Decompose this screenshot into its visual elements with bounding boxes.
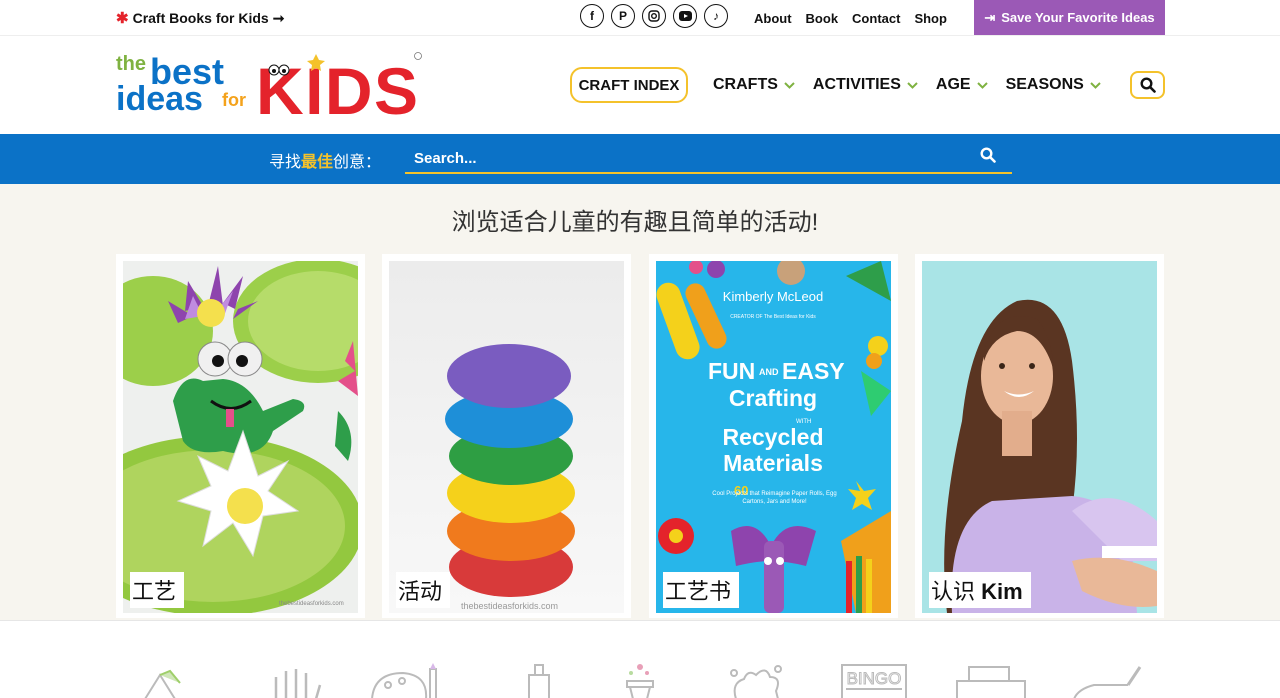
chevron-down-icon xyxy=(976,81,988,89)
book-link[interactable]: Book xyxy=(806,11,839,26)
recycle-icon[interactable] xyxy=(135,663,205,698)
youtube-icon[interactable] xyxy=(673,4,697,28)
book-title-materials: Materials xyxy=(723,450,823,476)
instagram-icon[interactable] xyxy=(642,4,666,28)
nav-activities-label: ACTIVITIES xyxy=(812,76,901,93)
top-bar: ✱ Craft Books for Kids ➞ f P ♪ About Boo… xyxy=(0,0,1280,36)
search-icon[interactable] xyxy=(980,147,996,163)
logo-ideas: ideas xyxy=(116,80,203,118)
asterisk-icon: ✱ xyxy=(116,10,129,27)
about-link[interactable]: About xyxy=(754,11,792,26)
logo-for: for xyxy=(222,90,246,110)
paint-splat-icon[interactable] xyxy=(726,663,786,698)
card-crafts[interactable]: 工艺 thebestideasforkids.com xyxy=(116,254,365,618)
card-kim-label-name: Kim xyxy=(981,579,1023,604)
search-label-post: 创意： xyxy=(333,154,382,171)
bingo-card-icon[interactable]: BINGO xyxy=(840,663,908,698)
logo-the: the xyxy=(116,53,146,75)
site-logo[interactable]: the best ideas for KIDS xyxy=(116,50,426,122)
crafts-image: 工艺 thebestideasforkids.com xyxy=(123,261,358,613)
paint-palette-icon[interactable] xyxy=(368,663,444,698)
book-creator: CREATOR OF The Best Ideas for Kids xyxy=(730,314,816,320)
chevron-down-icon xyxy=(907,81,918,89)
pinterest-icon[interactable]: P xyxy=(611,4,635,28)
main-nav: CRAFTS ACTIVITIES AGE SEASONS xyxy=(713,76,1101,94)
search-field xyxy=(405,144,1012,174)
social-links: f P ♪ xyxy=(580,4,728,28)
card-label: 认识 Kim xyxy=(929,572,1031,608)
craft-books-label: Craft Books for Kids xyxy=(132,10,269,26)
card-craft-book-label: 工艺书 xyxy=(665,579,732,604)
search-icon xyxy=(1139,77,1156,93)
book-author: Kimberly McLeod xyxy=(723,289,823,304)
contact-link[interactable]: Contact xyxy=(852,11,900,26)
header-search-button[interactable] xyxy=(1130,71,1165,99)
flower-pot-icon[interactable] xyxy=(625,663,655,698)
arrow-right-icon: ➞ xyxy=(272,9,285,26)
nav-age-label: AGE xyxy=(935,76,971,93)
facebook-icon[interactable]: f xyxy=(580,4,604,28)
top-links: About Book Contact Shop xyxy=(754,11,947,26)
tiktok-icon[interactable]: ♪ xyxy=(704,4,728,28)
sign-in-icon: ⇥ xyxy=(984,9,996,25)
glue-bottle-icon[interactable] xyxy=(525,663,561,698)
search-input[interactable] xyxy=(405,144,965,172)
paintbrush-icon[interactable] xyxy=(1068,663,1144,698)
chevron-down-icon xyxy=(1090,81,1101,89)
search-label-highlight: 最佳 xyxy=(301,154,334,171)
search-label: 寻找最佳创意： xyxy=(269,148,381,172)
craft-index-button[interactable]: CRAFT INDEX xyxy=(570,67,688,103)
card-label: 工艺 xyxy=(130,572,185,608)
save-favorites-label: Save Your Favorite Ideas xyxy=(1001,10,1155,25)
card-label: 活动 xyxy=(396,572,451,608)
search-band: 寻找最佳创意： xyxy=(0,134,1280,184)
activities-watermark: thebestideasforkids.com xyxy=(461,601,559,611)
card-activities-label: 活动 xyxy=(398,579,443,604)
category-icons-strip: BINGO xyxy=(0,620,1280,698)
book-title-recycled: Recycled xyxy=(722,424,823,450)
logo-kids: KIDS xyxy=(256,54,418,122)
nav-crafts-label: CRAFTS xyxy=(713,76,778,93)
shop-link[interactable]: Shop xyxy=(914,11,947,26)
browse-section: 浏览适合儿童的有趣且简单的活动! 工艺 thebestideasforkids.… xyxy=(0,184,1280,620)
site-header: the best ideas for KIDS CRAFT INDEX CRAF… xyxy=(0,36,1280,134)
nav-crafts[interactable]: CRAFTS xyxy=(713,76,795,94)
card-label: 工艺书 xyxy=(663,572,740,608)
search-label-pre: 寻找 xyxy=(269,154,302,171)
book-title-fun: FUN xyxy=(708,358,755,384)
card-kim-label-pre: 认识 xyxy=(931,579,982,604)
nav-seasons-label: SEASONS xyxy=(1005,76,1084,93)
printer-icon[interactable] xyxy=(955,663,1027,698)
book-title-crafting: Crafting xyxy=(729,385,817,411)
kim-photo: 认识 Kim xyxy=(922,261,1157,613)
card-activities[interactable]: 活动 thebestideasforkids.com xyxy=(382,254,631,618)
book-subtitle: Cool Projects that Reimagine Paper Rolls… xyxy=(712,491,837,505)
browse-headline: 浏览适合儿童的有趣且简单的活动! xyxy=(451,209,819,236)
crafts-watermark: thebestideasforkids.com xyxy=(279,601,344,607)
nav-seasons[interactable]: SEASONS xyxy=(1006,76,1101,94)
card-craft-book[interactable]: Kimberly McLeod CREATOR OF The Best Idea… xyxy=(649,254,898,618)
craft-books-link[interactable]: ✱ Craft Books for Kids ➞ xyxy=(116,9,285,28)
book-title-and: AND xyxy=(759,367,779,377)
activities-image: 活动 thebestideasforkids.com xyxy=(389,261,624,613)
handprint-icon[interactable] xyxy=(268,663,328,698)
card-meet-kim[interactable]: 认识 Kim xyxy=(915,254,1164,618)
chevron-down-icon xyxy=(784,81,795,89)
nav-age[interactable]: AGE xyxy=(936,76,988,94)
svg-text:BINGO: BINGO xyxy=(847,669,902,688)
save-favorites-button[interactable]: ⇥ Save Your Favorite Ideas xyxy=(974,0,1165,35)
craft-book-image: Kimberly McLeod CREATOR OF The Best Idea… xyxy=(656,261,891,613)
book-title-easy: EASY xyxy=(782,358,845,384)
card-crafts-label: 工艺 xyxy=(132,579,177,604)
nav-activities[interactable]: ACTIVITIES xyxy=(813,76,918,94)
